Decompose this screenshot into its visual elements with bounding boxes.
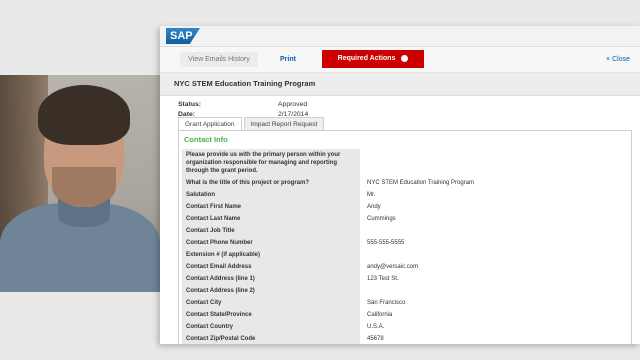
field-label: Please provide us with the primary perso…	[182, 149, 360, 177]
form-row: Contact Zip/Postal Code 45678	[182, 333, 626, 344]
field-value: Cummings	[367, 216, 396, 222]
field-label: Salutation	[182, 189, 360, 201]
field-label: Contact Email Address	[182, 261, 360, 273]
field-label: Contact Zip/Postal Code	[182, 333, 360, 344]
close-label: Close	[612, 56, 630, 63]
section-title: Contact Info	[184, 135, 228, 144]
field-value	[363, 285, 371, 289]
field-value	[363, 249, 371, 253]
field-label: What is the title of this project or pro…	[182, 177, 360, 189]
status-value: Approved	[278, 101, 308, 108]
presenter-beard	[52, 167, 116, 207]
alert-icon	[401, 54, 409, 62]
field-value: U.S.A.	[367, 324, 385, 330]
field-label: Contact State/Province	[182, 309, 360, 321]
field-value: 555-555-5555	[367, 240, 405, 246]
presenter-hair	[38, 85, 130, 145]
field-value: NYC STEM Education Training Program	[367, 180, 475, 186]
field-value	[363, 149, 371, 153]
top-bar: SAP	[160, 26, 640, 47]
close-button[interactable]: × Close	[606, 52, 630, 67]
field-label: Contact Last Name	[182, 213, 360, 225]
field-label: Contact City	[182, 297, 360, 309]
status-row: Status: Approved	[178, 100, 624, 110]
form-row: Please provide us with the primary perso…	[182, 149, 626, 178]
field-label: Contact Phone Number	[182, 237, 360, 249]
field-value: andy@versaic.com	[367, 264, 419, 270]
field-value: 45678	[367, 336, 384, 342]
field-value	[363, 225, 371, 229]
toolbar: View Emails History Print Required Actio…	[160, 47, 640, 73]
form-panel: Contact Info Please provide us with the …	[178, 130, 632, 344]
app-window: SAP View Emails History Print Required A…	[160, 26, 640, 344]
field-value: 123 Test St.	[367, 276, 399, 282]
print-button[interactable]: Print	[280, 52, 310, 67]
field-label: Contact Country	[182, 321, 360, 333]
status-label: Status:	[178, 101, 202, 108]
page-title: NYC STEM Education Training Program	[160, 73, 640, 96]
field-label: Contact Address (line 2)	[182, 285, 360, 297]
field-label: Contact First Name	[182, 201, 360, 213]
field-label: Contact Address (line 1)	[182, 273, 360, 285]
view-emails-history-button[interactable]: View Emails History	[180, 52, 258, 67]
tabs: Grant Application Impact Report Request	[178, 117, 326, 132]
field-label: Contact Job Title	[182, 225, 360, 237]
required-actions-button[interactable]: Required Actions	[322, 50, 424, 68]
field-label: Extension # (if applicable)	[182, 249, 360, 261]
field-value: Andy	[367, 204, 381, 210]
field-value: California	[367, 312, 393, 318]
field-value: Mr.	[367, 192, 376, 198]
sap-logo: SAP	[166, 28, 200, 44]
webcam-video	[0, 75, 160, 292]
field-value: San Francisco	[367, 300, 406, 306]
required-actions-label: Required Actions	[337, 55, 396, 62]
